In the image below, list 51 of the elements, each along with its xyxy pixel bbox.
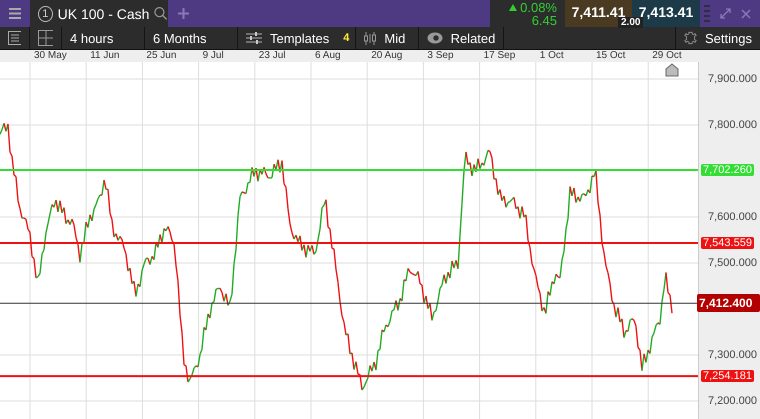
level-price-label: 7,254.181 [701, 370, 754, 382]
related-button[interactable]: Related [419, 27, 504, 49]
date-label: 11 Jun [90, 50, 120, 62]
instrument-title: UK 100 - Cash [58, 6, 150, 22]
settings-button[interactable]: Settings [675, 27, 760, 49]
layout-icon[interactable] [38, 30, 53, 46]
axis-tick-label: 7,900.000 [708, 73, 757, 85]
date-label: 23 Jul [258, 50, 286, 62]
axis-tick-label: 7,200.000 [708, 395, 757, 407]
change-percent: 0.08% [520, 0, 557, 14]
date-label: 15 Oct [596, 50, 626, 62]
current-price-label: 7,412.400 [697, 294, 760, 312]
templates-button[interactable]: Templates [238, 27, 338, 49]
date-label: 30 May [34, 50, 67, 62]
search-icon[interactable] [154, 6, 168, 21]
add-tab-icon[interactable] [178, 8, 188, 19]
expand-icon[interactable] [720, 8, 731, 19]
date-label: 17 Sep [484, 50, 516, 62]
templates-count: 4 [337, 27, 356, 49]
axis-tick-label: 7,800.000 [708, 119, 757, 131]
close-icon[interactable] [741, 8, 751, 18]
interval-button[interactable]: 4 hours [62, 27, 145, 49]
range-button[interactable]: 6 Months [145, 27, 238, 49]
date-label: 1 Oct [540, 50, 564, 62]
date-label: 20 Aug [371, 50, 402, 62]
candles-icon [364, 32, 376, 44]
date-label: 9 Jul [202, 50, 224, 62]
list-icon[interactable] [8, 31, 21, 45]
sliders-icon [246, 32, 262, 44]
level-price-label: 7,543.559 [701, 236, 754, 249]
spread-value: 2.00 [618, 17, 644, 28]
instrument-tab[interactable]: 1 UK 100 - Cash [30, 0, 168, 27]
home-icon[interactable] [666, 63, 678, 76]
level-line[interactable] [0, 242, 698, 244]
change-points: 6.45 [532, 14, 557, 26]
level-line[interactable] [0, 375, 698, 378]
level-price-label: 7,702.260 [701, 164, 754, 176]
axis-tick-label: 7,500.000 [708, 257, 757, 269]
tab-number: 1 [38, 6, 53, 22]
date-label: 6 Aug [315, 50, 341, 62]
date-label: 3 Sep [427, 50, 454, 62]
settings-icon [684, 30, 698, 46]
axis-tick-label: 7,300.000 [708, 349, 757, 361]
up-triangle-icon [509, 4, 518, 10]
drag-handle-icon[interactable] [704, 4, 710, 24]
date-label: 29 Oct [652, 50, 682, 62]
menu-icon[interactable] [9, 8, 21, 19]
axis-tick-label: 7,600.000 [708, 211, 757, 223]
eye-icon [427, 32, 443, 44]
date-label: 25 Jun [146, 50, 176, 62]
price-type-button[interactable]: Mid [356, 27, 420, 49]
